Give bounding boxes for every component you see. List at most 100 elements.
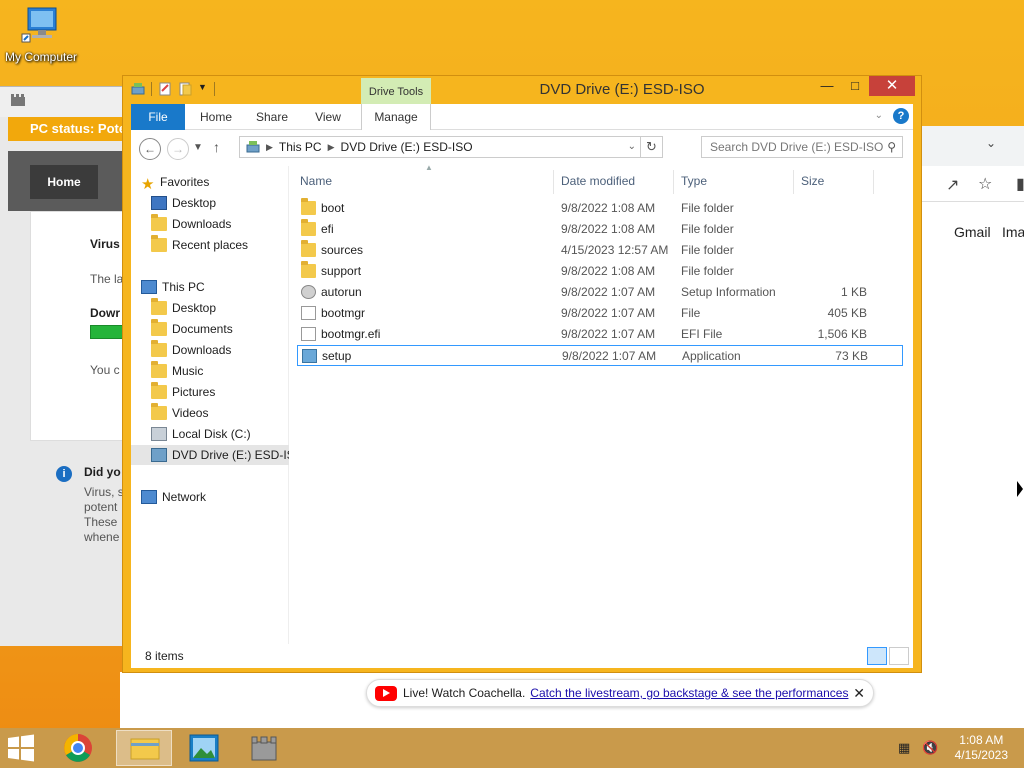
volume-muted-icon[interactable]: 🔇 — [922, 740, 938, 756]
dvd-drive-icon — [151, 447, 167, 462]
nav-documents[interactable]: Documents — [151, 319, 309, 339]
breadcrumb-this-pc[interactable]: This PC — [279, 137, 322, 157]
nav-fav-desktop[interactable]: Desktop — [151, 193, 309, 213]
taskbar-security-app[interactable] — [236, 730, 292, 766]
tab-file[interactable]: File — [131, 104, 185, 130]
column-size[interactable]: Size — [801, 174, 824, 192]
my-computer-desktop-icon[interactable]: My Computer — [2, 6, 80, 64]
breadcrumb-current[interactable]: DVD Drive (E:) ESD-ISO — [341, 137, 473, 157]
photos-icon — [189, 734, 219, 762]
tab-share[interactable]: Share — [249, 104, 295, 130]
file-icon — [301, 306, 316, 320]
file-row[interactable]: setup 9/8/2022 1:07 AM Application 73 KB — [297, 345, 903, 366]
local-disk-icon — [151, 426, 167, 441]
window-controls: — □ ✕ — [813, 76, 915, 96]
share-icon[interactable]: ↗ — [946, 175, 959, 195]
file-row[interactable]: sources 4/15/2023 12:57 AM File folder — [297, 240, 903, 261]
refresh-icon[interactable]: ↻ — [640, 137, 662, 157]
gmail-link[interactable]: Gmail — [954, 224, 991, 240]
castle-icon — [11, 94, 25, 106]
file-row[interactable]: bootmgr 9/8/2022 1:07 AM File 405 KB — [297, 303, 903, 324]
setup-icon — [302, 349, 317, 363]
column-divider[interactable] — [673, 170, 674, 194]
did-you-know-heading: Did yo — [84, 465, 121, 479]
nav-label: Favorites — [160, 175, 210, 189]
minimize-button[interactable]: — — [813, 76, 841, 96]
file-type: File folder — [681, 243, 734, 257]
large-icons-view-button[interactable] — [889, 647, 909, 665]
app-text-line: You c — [90, 363, 120, 377]
tab-manage[interactable]: Manage — [361, 104, 431, 130]
sidepanel-icon[interactable]: ▮ — [1016, 174, 1024, 194]
nav-network[interactable]: Network — [141, 487, 299, 507]
file-row[interactable]: efi 9/8/2022 1:08 AM File folder — [297, 219, 903, 240]
details-view-button[interactable] — [867, 647, 887, 665]
column-name[interactable]: Name — [300, 174, 332, 192]
gear-icon — [301, 285, 316, 299]
file-date: 9/8/2022 1:08 AM — [561, 264, 656, 278]
file-row[interactable]: support 9/8/2022 1:08 AM File folder — [297, 261, 903, 282]
chevron-right-icon[interactable]: ▶ — [266, 137, 273, 157]
taskbar-file-explorer[interactable] — [116, 730, 172, 766]
sort-ascending-icon: ▲ — [425, 163, 433, 172]
file-date: 9/8/2022 1:08 AM — [561, 222, 656, 236]
up-button[interactable]: ↑ — [213, 139, 220, 155]
file-row[interactable]: autorun 9/8/2022 1:07 AM Setup Information… — [297, 282, 903, 303]
column-date-modified[interactable]: Date modified — [561, 174, 635, 192]
nav-downloads[interactable]: Downloads — [151, 340, 309, 360]
file-row[interactable]: boot 9/8/2022 1:08 AM File folder — [297, 198, 903, 219]
chevron-right-icon[interactable]: ▶ — [328, 137, 335, 157]
start-button[interactable] — [6, 734, 38, 762]
forward-button[interactable]: → — [167, 138, 189, 160]
promo-link[interactable]: Catch the livestream, go backstage & see… — [530, 686, 848, 700]
tab-view[interactable]: View — [305, 104, 351, 130]
file-row[interactable]: bootmgr.efi 9/8/2022 1:07 AM EFI File 1,506… — [297, 324, 903, 345]
column-divider[interactable] — [553, 170, 554, 194]
address-row: ← → ▼ ↑ ▶ This PC ▶ DVD Drive (E:) ESD-I… — [131, 130, 913, 166]
close-icon[interactable]: ✕ — [853, 685, 865, 702]
back-button[interactable]: ← — [139, 138, 161, 160]
star-icon[interactable]: ☆ — [978, 174, 992, 194]
nav-local-disk[interactable]: Local Disk (C:) — [151, 424, 309, 444]
address-history-icon[interactable]: ⌄ — [628, 137, 636, 157]
nav-favorites[interactable]: ★ Favorites — [141, 172, 299, 192]
nav-this-pc[interactable]: This PC — [141, 277, 299, 297]
nav-videos[interactable]: Videos — [151, 403, 309, 423]
taskbar: ▦ 🔇 1:08 AM 4/15/2023 — [0, 728, 1024, 768]
nav-label: Documents — [172, 322, 233, 336]
recent-locations-icon[interactable]: ▼ — [193, 142, 203, 153]
search-icon: ⚲ — [887, 140, 896, 154]
nav-dvd-drive[interactable]: DVD Drive (E:) ESD-IS — [131, 445, 289, 465]
nav-desktop[interactable]: Desktop — [151, 298, 309, 318]
help-icon[interactable]: ? — [893, 108, 909, 124]
maximize-button[interactable]: □ — [841, 76, 869, 96]
search-input[interactable]: Search DVD Drive (E:) ESD-ISO ⚲ — [701, 136, 903, 158]
taskbar-chrome[interactable] — [50, 730, 106, 766]
images-link[interactable]: Ima — [1002, 224, 1024, 240]
tab-home[interactable]: Home — [193, 104, 239, 130]
network-tray-icon[interactable]: ▦ — [898, 740, 910, 756]
taskbar-photos[interactable] — [176, 730, 232, 766]
nav-pictures[interactable]: Pictures — [151, 382, 309, 402]
close-button[interactable]: ✕ — [869, 76, 915, 96]
nav-fav-downloads[interactable]: Downloads — [151, 214, 309, 234]
address-bar[interactable]: ▶ This PC ▶ DVD Drive (E:) ESD-ISO ⌄ ↻ — [239, 136, 663, 158]
chrome-icon — [64, 734, 92, 762]
chevron-down-icon[interactable]: ⌄ — [986, 136, 996, 150]
clock-time: 1:08 AM — [959, 733, 1004, 747]
desktop-icon-label: My Computer — [4, 50, 78, 64]
expand-ribbon-icon[interactable]: ⌄ — [875, 110, 883, 121]
column-type[interactable]: Type — [681, 174, 707, 192]
status-bar: 8 items — [131, 644, 913, 668]
clock[interactable]: 1:08 AM 4/15/2023 — [955, 733, 1008, 763]
column-divider[interactable] — [873, 170, 874, 194]
music-icon — [151, 361, 167, 378]
file-type: File folder — [681, 201, 734, 215]
nav-fav-recent[interactable]: Recent places — [151, 235, 309, 255]
browser-address-bar[interactable]: ↗ ☆ ▮ — [920, 166, 1024, 202]
nav-music[interactable]: Music — [151, 361, 309, 381]
title-bar[interactable]: ▼ Drive Tools DVD Drive (E:) ESD-ISO — □… — [123, 76, 921, 104]
home-tab[interactable]: Home — [30, 165, 98, 199]
column-divider[interactable] — [793, 170, 794, 194]
promo-text: Live! Watch Coachella. — [403, 686, 526, 700]
